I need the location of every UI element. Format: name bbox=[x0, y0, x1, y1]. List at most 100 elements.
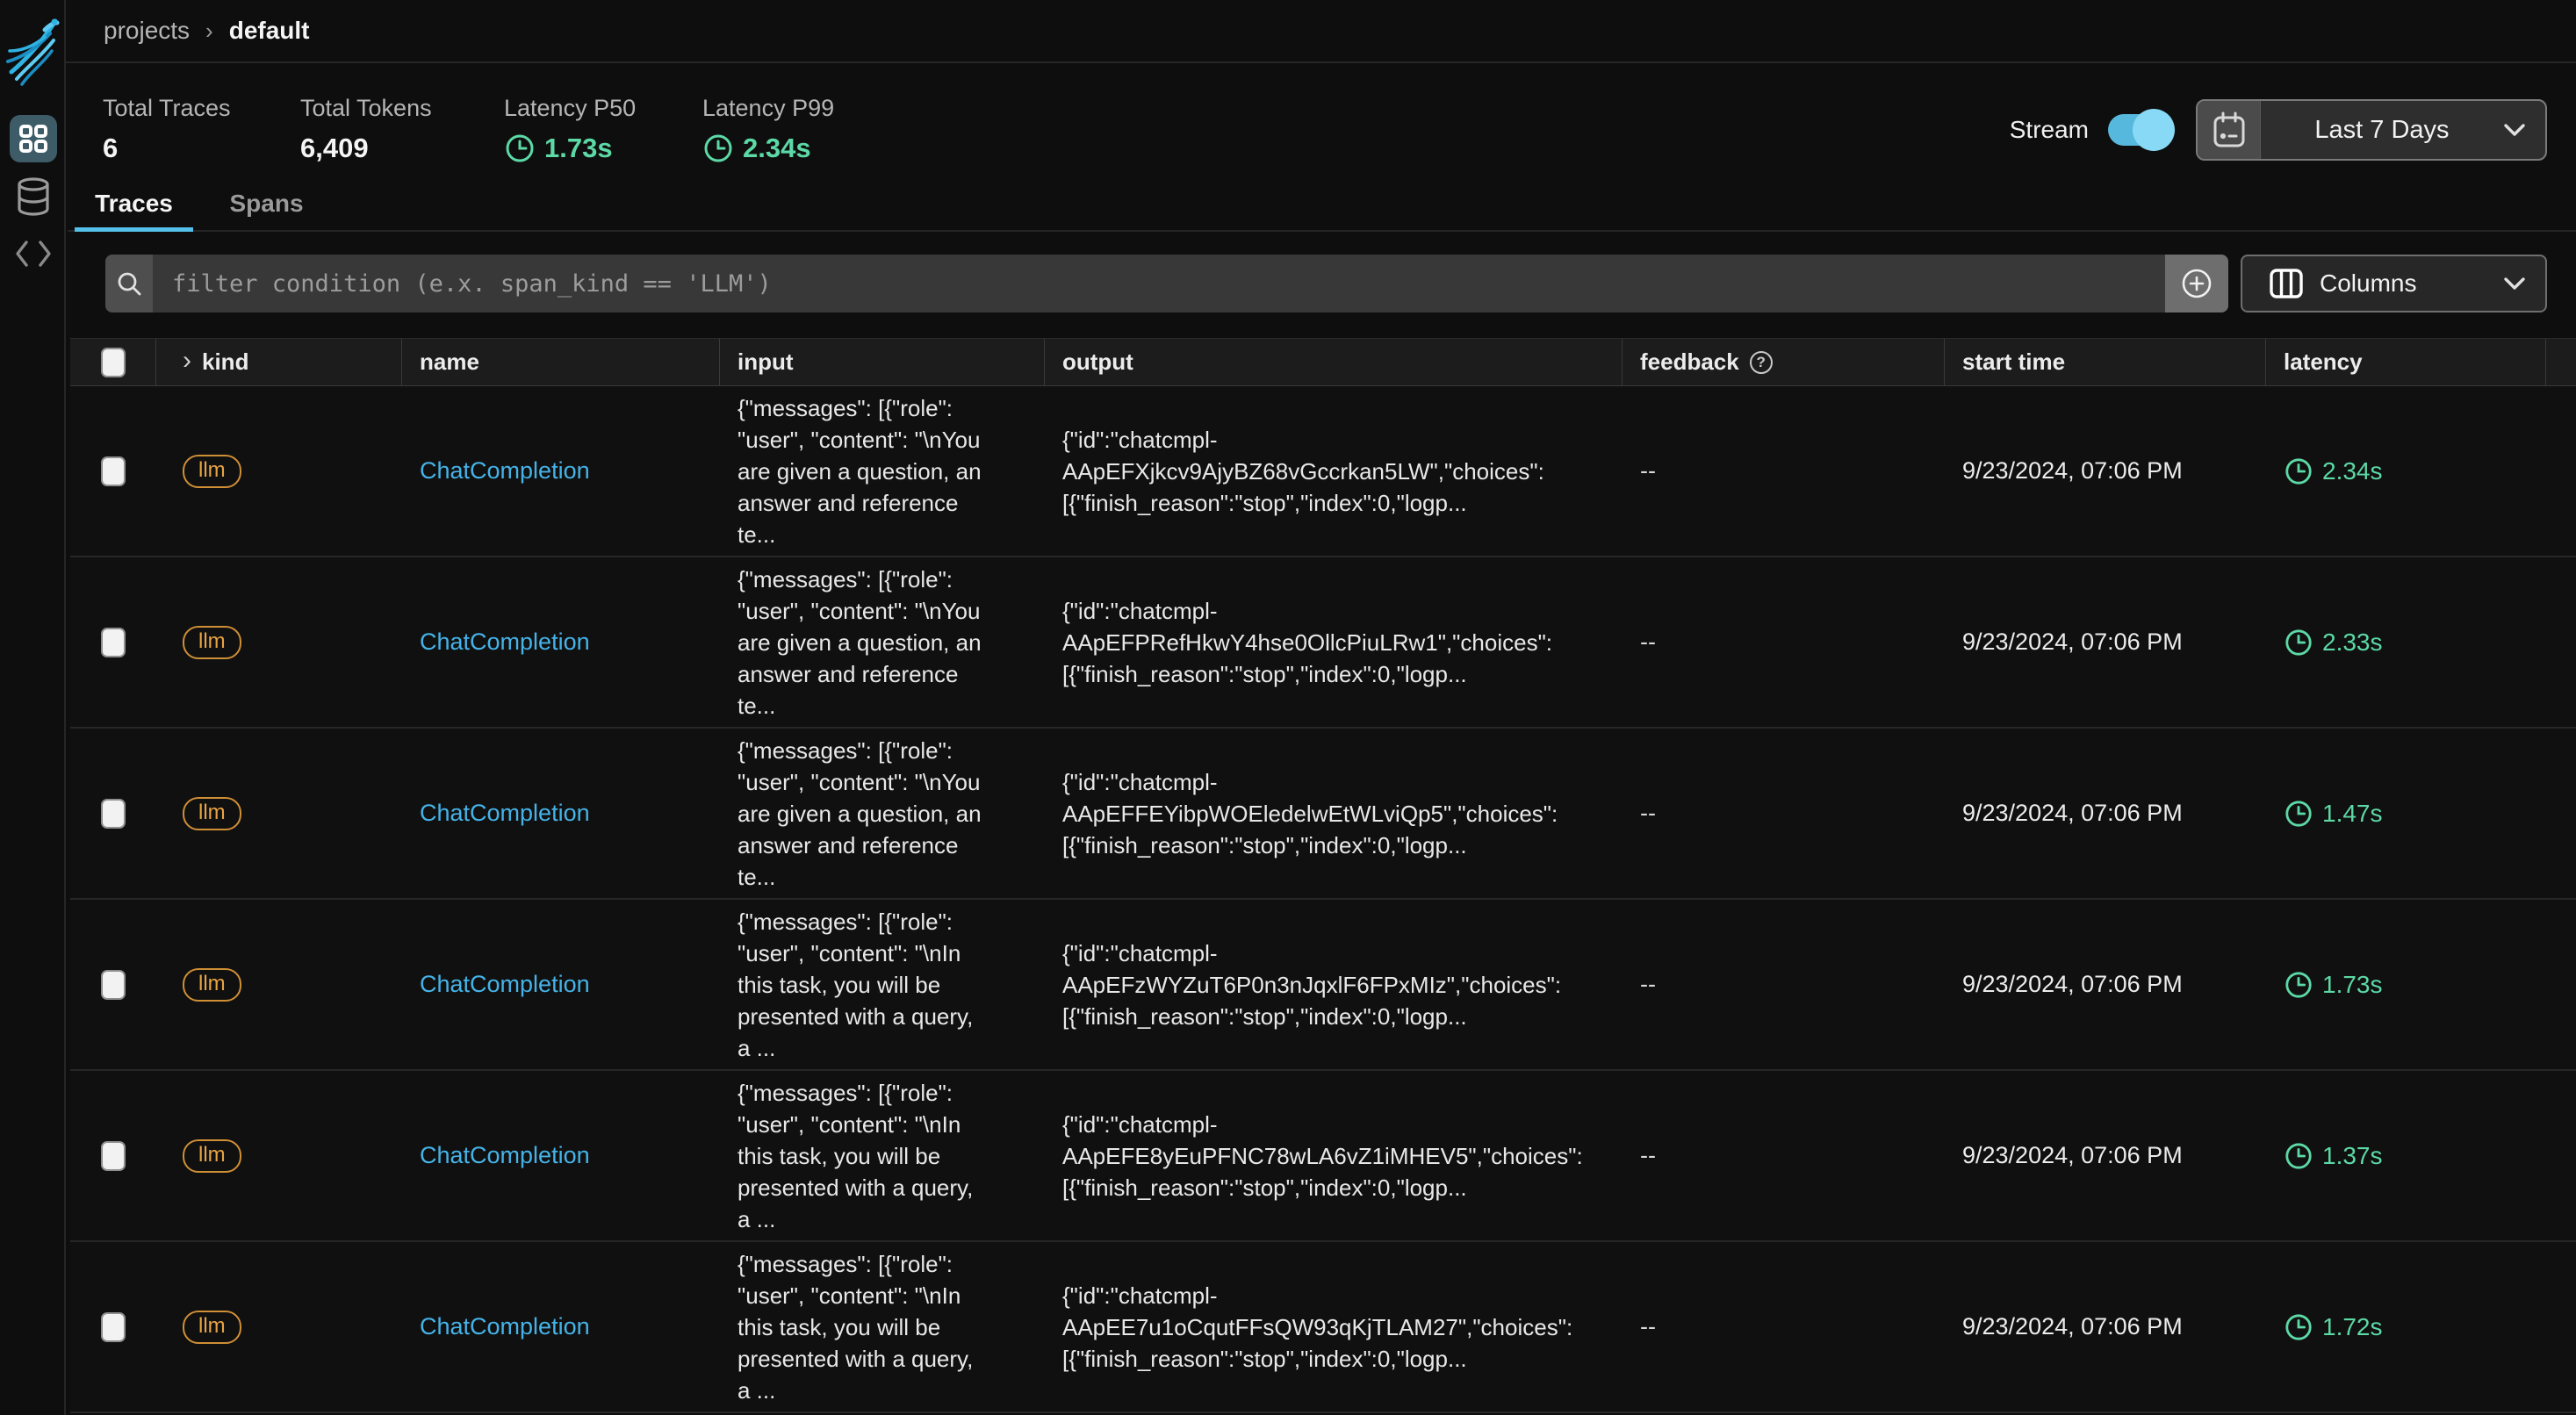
row-checkbox[interactable] bbox=[101, 628, 126, 657]
row-gutter bbox=[2546, 1242, 2576, 1411]
clock-icon bbox=[2284, 970, 2313, 1000]
trace-name-link[interactable]: ChatCompletion bbox=[420, 457, 590, 485]
clock-icon bbox=[2284, 799, 2313, 829]
table-row[interactable]: llm ChatCompletion {"messages": [{"role"… bbox=[70, 900, 2576, 1071]
trace-name-link[interactable]: ChatCompletion bbox=[420, 971, 590, 998]
columns-icon bbox=[2269, 266, 2304, 301]
latency-cell: 1.73s bbox=[2266, 900, 2546, 1069]
filter-box bbox=[105, 255, 2228, 312]
breadcrumb-projects[interactable]: projects bbox=[104, 17, 190, 45]
table-row[interactable]: llm ChatCompletion {"messages": [{"role"… bbox=[70, 386, 2576, 557]
table-row[interactable]: llm ChatCompletion {"messages": [{"role"… bbox=[70, 729, 2576, 900]
start-time-cell: 9/23/2024, 07:06 PM bbox=[1945, 1071, 2266, 1240]
breadcrumb-separator-icon: › bbox=[205, 18, 213, 45]
start-time-cell: 9/23/2024, 07:06 PM bbox=[1945, 729, 2266, 898]
sidebar-item-projects[interactable] bbox=[10, 115, 57, 162]
filter-condition-input[interactable] bbox=[153, 255, 2165, 312]
header-kind[interactable]: › kind bbox=[156, 339, 402, 385]
tab-spans[interactable]: Spans bbox=[200, 177, 333, 230]
latency-value: 1.37s bbox=[2322, 1142, 2383, 1170]
output-preview: {"id":"chatcmpl- AApEFzWYZuT6P0n3nJqxlF6… bbox=[1062, 937, 1561, 1032]
trace-name-link[interactable]: ChatCompletion bbox=[420, 800, 590, 827]
start-time-cell: 9/23/2024, 07:06 PM bbox=[1945, 900, 2266, 1069]
row-checkbox[interactable] bbox=[101, 1312, 126, 1342]
sidebar-item-datasets[interactable] bbox=[10, 174, 57, 221]
input-cell: {"messages": [{"role": "user", "content"… bbox=[720, 1071, 1045, 1240]
table-row[interactable]: llm ChatCompletion {"messages": [{"role"… bbox=[70, 557, 2576, 729]
trace-name-link[interactable]: ChatCompletion bbox=[420, 1142, 590, 1169]
feedback-cell: -- bbox=[1623, 900, 1945, 1069]
kind-cell: llm bbox=[156, 1242, 402, 1411]
input-cell: {"messages": [{"role": "user", "content"… bbox=[720, 386, 1045, 556]
chevron-down-icon bbox=[2503, 123, 2526, 137]
stream-toggle[interactable] bbox=[2108, 113, 2169, 147]
start-time-cell: 9/23/2024, 07:06 PM bbox=[1945, 1242, 2266, 1411]
row-select-cell bbox=[70, 557, 156, 727]
header-output[interactable]: output bbox=[1045, 339, 1623, 385]
header-controls: Stream Last 7 Days bbox=[2010, 95, 2547, 165]
chevron-down-icon bbox=[2503, 277, 2526, 291]
table-body: llm ChatCompletion {"messages": [{"role"… bbox=[70, 386, 2576, 1413]
row-gutter bbox=[2546, 1071, 2576, 1240]
latency-cell: 2.34s bbox=[2266, 386, 2546, 556]
kind-cell: llm bbox=[156, 1071, 402, 1240]
feedback-value: -- bbox=[1640, 1142, 1656, 1169]
plus-circle-icon bbox=[2180, 267, 2213, 300]
tab-traces[interactable]: Traces bbox=[68, 177, 200, 230]
header-start-time[interactable]: start time bbox=[1945, 339, 2266, 385]
date-range-button[interactable]: Last 7 Days bbox=[2196, 99, 2547, 161]
header-name[interactable]: name bbox=[402, 339, 720, 385]
name-cell: ChatCompletion bbox=[402, 386, 720, 556]
clock-icon bbox=[2284, 456, 2313, 486]
toggle-knob bbox=[2133, 109, 2175, 151]
trace-name-link[interactable]: ChatCompletion bbox=[420, 1313, 590, 1340]
feedback-cell: -- bbox=[1623, 729, 1945, 898]
latency-cell: 1.37s bbox=[2266, 1071, 2546, 1240]
output-preview: {"id":"chatcmpl- AApEE7u1oCqutFFsQW93qKj… bbox=[1062, 1280, 1572, 1375]
output-preview: {"id":"chatcmpl- AApEFPRefHkwY4hse0OllcP… bbox=[1062, 595, 1552, 690]
breadcrumb-current: default bbox=[229, 17, 310, 45]
row-checkbox[interactable] bbox=[101, 970, 126, 1000]
table-row[interactable]: llm ChatCompletion {"messages": [{"role"… bbox=[70, 1242, 2576, 1413]
header-feedback[interactable]: feedback ? bbox=[1623, 339, 1945, 385]
input-preview: {"messages": [{"role": "user", "content"… bbox=[738, 1248, 973, 1406]
stats-row: Total Traces 6 Total Tokens 6,409 Latenc… bbox=[103, 95, 834, 164]
stat-total-tokens: Total Tokens 6,409 bbox=[300, 95, 439, 164]
name-cell: ChatCompletion bbox=[402, 557, 720, 727]
row-checkbox[interactable] bbox=[101, 1141, 126, 1171]
start-time-value: 9/23/2024, 07:06 PM bbox=[1962, 1142, 2183, 1169]
select-all-checkbox[interactable] bbox=[101, 348, 126, 377]
row-gutter bbox=[2546, 729, 2576, 898]
columns-button[interactable]: Columns bbox=[2241, 255, 2547, 312]
name-cell: ChatCompletion bbox=[402, 900, 720, 1069]
trace-name-link[interactable]: ChatCompletion bbox=[420, 628, 590, 656]
sidebar bbox=[0, 0, 66, 1415]
latency-cell: 1.72s bbox=[2266, 1242, 2546, 1411]
stat-latency-p50: Latency P50 1.73s bbox=[504, 95, 637, 164]
date-range-label: Last 7 Days bbox=[2261, 116, 2503, 145]
latency-cell: 1.47s bbox=[2266, 729, 2546, 898]
traces-table: › kind name input output feedback ? star… bbox=[70, 338, 2576, 1413]
clock-icon bbox=[504, 133, 536, 164]
row-checkbox[interactable] bbox=[101, 799, 126, 829]
row-select-cell bbox=[70, 729, 156, 898]
header-latency[interactable]: latency bbox=[2266, 339, 2546, 385]
expand-chevron-icon[interactable]: › bbox=[183, 346, 191, 376]
row-checkbox[interactable] bbox=[101, 456, 126, 486]
clock-icon bbox=[2284, 1141, 2313, 1171]
feedback-value: -- bbox=[1640, 800, 1656, 827]
phoenix-logo[interactable] bbox=[4, 11, 61, 86]
output-cell: {"id":"chatcmpl- AApEE7u1oCqutFFsQW93qKj… bbox=[1045, 1242, 1623, 1411]
add-filter-button[interactable] bbox=[2165, 255, 2228, 312]
input-cell: {"messages": [{"role": "user", "content"… bbox=[720, 729, 1045, 898]
row-gutter bbox=[2546, 386, 2576, 556]
sidebar-item-playground[interactable] bbox=[10, 230, 57, 277]
help-icon[interactable]: ? bbox=[1750, 351, 1773, 374]
input-cell: {"messages": [{"role": "user", "content"… bbox=[720, 557, 1045, 727]
clock-icon bbox=[2284, 1312, 2313, 1342]
search-icon bbox=[116, 270, 142, 297]
header-input[interactable]: input bbox=[720, 339, 1045, 385]
table-header-row: › kind name input output feedback ? star… bbox=[70, 338, 2576, 386]
table-row[interactable]: llm ChatCompletion {"messages": [{"role"… bbox=[70, 1071, 2576, 1242]
row-gutter bbox=[2546, 557, 2576, 727]
